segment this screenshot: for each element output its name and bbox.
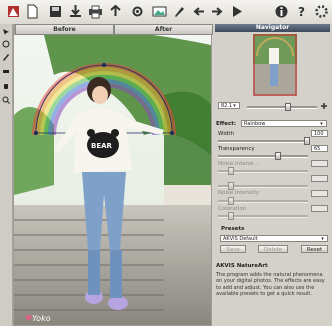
info-title: AKVIS NatureArt xyxy=(216,263,268,269)
noise-intensity-label: Noise Intensi... xyxy=(218,161,259,167)
effect-select[interactable]: Rainbow ▾ xyxy=(241,120,327,127)
zoom-tool-icon[interactable] xyxy=(2,96,10,104)
preset-select[interactable]: AKVIS Default ▾ xyxy=(220,235,328,242)
transparency-slider-knob[interactable] xyxy=(275,152,281,160)
disabled-slider-knob xyxy=(228,182,234,190)
hand-tool-icon[interactable] xyxy=(2,82,10,90)
photo[interactable]: BEAR xyxy=(14,35,211,325)
width-label: Width xyxy=(218,131,234,137)
eraser-tool-icon[interactable] xyxy=(2,67,10,75)
zoom-input[interactable]: 82.1 ▾ xyxy=(218,102,240,109)
zoom-slider[interactable] xyxy=(247,103,317,111)
help-icon[interactable]: ? xyxy=(295,4,310,19)
coloration-field xyxy=(311,205,328,212)
zoom-slider-knob[interactable] xyxy=(285,103,291,111)
transparency-label: Transparency xyxy=(218,146,255,152)
arrow-left-icon[interactable] xyxy=(192,4,207,19)
transparency-value-field[interactable]: 65 xyxy=(311,145,328,152)
presets-title: Presets xyxy=(221,226,245,232)
settings-icon[interactable] xyxy=(130,4,145,19)
image-canvas[interactable]: Before After BEAR ♥Yoko xyxy=(13,24,213,326)
width-slider[interactable] xyxy=(218,137,310,145)
new-file-icon[interactable] xyxy=(25,4,40,19)
play-icon[interactable] xyxy=(229,4,244,19)
coloration-knob xyxy=(228,212,234,220)
info-icon[interactable] xyxy=(274,4,289,19)
tab-before[interactable]: Before xyxy=(15,24,114,35)
save-icon[interactable] xyxy=(48,4,63,19)
effect-dropdown-icon[interactable]: ▾ xyxy=(318,121,325,127)
noise-intensity2-knob xyxy=(228,197,234,205)
delete-preset-button[interactable]: Delete xyxy=(258,245,288,253)
zoom-in-icon[interactable] xyxy=(320,102,328,110)
watermark-text: ♥Yoko xyxy=(25,314,51,323)
brush-tool-icon[interactable] xyxy=(2,53,10,61)
disabled-value-field xyxy=(311,175,328,182)
sweater-print: BEAR xyxy=(91,142,113,150)
preset-dropdown-icon[interactable]: ▾ xyxy=(319,236,326,242)
zoom-dropdown-icon[interactable]: ▾ xyxy=(231,103,238,109)
svg-text:?: ? xyxy=(298,5,305,19)
save-preset-button[interactable]: Save xyxy=(220,245,246,253)
navigator-thumbnail[interactable] xyxy=(253,34,297,96)
width-value-field[interactable]: 100 xyxy=(311,130,328,137)
navigator-title: Navigator xyxy=(215,24,330,32)
disabled-slider xyxy=(218,182,308,190)
download-icon[interactable] xyxy=(68,4,83,19)
image-icon[interactable] xyxy=(152,4,167,19)
coloration-slider xyxy=(218,212,308,220)
effect-label: Effect: xyxy=(216,121,237,127)
noise-intensity-field xyxy=(311,160,328,167)
pointer-tool-icon[interactable] xyxy=(2,28,10,36)
transparency-slider[interactable] xyxy=(218,152,308,160)
zone-tool-icon[interactable] xyxy=(2,40,10,48)
share-icon[interactable] xyxy=(108,4,123,19)
width-slider-knob[interactable] xyxy=(304,137,310,145)
noise-intensity2-slider xyxy=(218,197,308,205)
tab-after[interactable]: After xyxy=(114,24,213,35)
noise-intensity2-label: Noise Intensity xyxy=(218,190,259,196)
logo-icon xyxy=(8,6,19,17)
reset-button[interactable]: Reset xyxy=(301,245,328,253)
noise-intensity2-field xyxy=(311,190,328,197)
main-toolbar: ? xyxy=(0,0,332,25)
settings-panel: Navigator 82.1 ▾ Effect: Rainbow ▾ Width 1… xyxy=(213,24,332,326)
brush-icon[interactable] xyxy=(172,4,187,19)
preferences-icon[interactable] xyxy=(314,4,329,19)
noise-intensity-knob xyxy=(228,167,234,175)
noise-intensity-slider xyxy=(218,167,308,175)
info-description: The program adds the natural phenomena o… xyxy=(216,272,325,298)
tool-palette xyxy=(0,24,13,326)
arrow-right-icon[interactable] xyxy=(209,4,224,19)
print-icon[interactable] xyxy=(88,4,103,19)
